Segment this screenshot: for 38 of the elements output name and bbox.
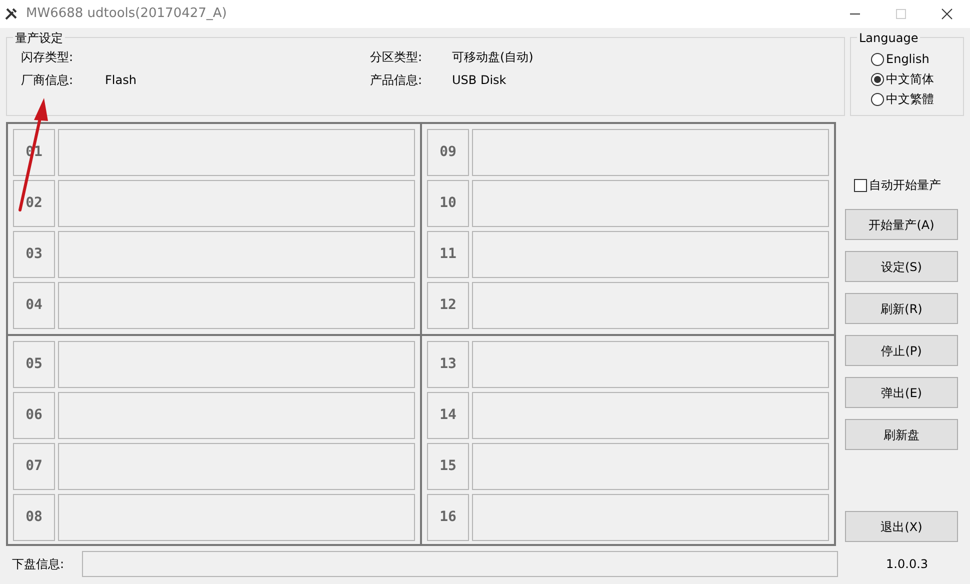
action-button[interactable]: 刷新(R) <box>845 293 958 324</box>
port-number: 16 <box>427 494 469 541</box>
auto-start-checkbox[interactable]: 自动开始量产 <box>854 176 964 194</box>
exit-button[interactable]: 退出(X) <box>845 511 958 542</box>
field-value: USB Disk <box>452 72 508 89</box>
port-number: 02 <box>13 180 55 227</box>
field-value: Flash <box>105 72 138 89</box>
language-radio[interactable]: English <box>871 50 963 68</box>
tools-icon <box>4 7 18 21</box>
action-button[interactable]: 设定(S) <box>845 251 958 282</box>
status-label: 下盘信息: <box>12 556 64 573</box>
port-number: 04 <box>13 282 55 329</box>
port-number: 06 <box>13 392 55 439</box>
field-value: 可移动盘(自动) <box>452 49 534 66</box>
port-number: 05 <box>13 341 55 388</box>
port-number: 15 <box>427 443 469 490</box>
field-label: 分区类型: <box>370 49 424 66</box>
field-label: 产品信息: <box>370 72 424 89</box>
window-title: MW6688 udtools(20170427_A) <box>26 5 227 24</box>
language-radio[interactable]: 中文繁體 <box>871 90 963 108</box>
action-button[interactable]: 停止(P) <box>845 335 958 366</box>
action-button[interactable]: 开始量产(A) <box>845 209 958 240</box>
port-number: 03 <box>13 231 55 278</box>
field-label: 厂商信息: <box>21 72 74 89</box>
port-number: 11 <box>427 231 469 278</box>
port-number: 09 <box>427 129 469 176</box>
field-label: 闪存类型: <box>21 49 74 66</box>
language-radio[interactable]: 中文简体 <box>871 70 963 88</box>
group-title: 量产设定 <box>13 29 65 47</box>
action-button[interactable]: 弹出(E) <box>845 377 958 408</box>
port-number: 13 <box>427 341 469 388</box>
action-button[interactable]: 刷新盘 <box>845 419 958 450</box>
port-number: 10 <box>427 180 469 227</box>
version-label: 1.0.0.3 <box>886 556 928 573</box>
port-number: 07 <box>13 443 55 490</box>
port-number: 08 <box>13 494 55 541</box>
port-number: 14 <box>427 392 469 439</box>
port-number: 12 <box>427 282 469 329</box>
